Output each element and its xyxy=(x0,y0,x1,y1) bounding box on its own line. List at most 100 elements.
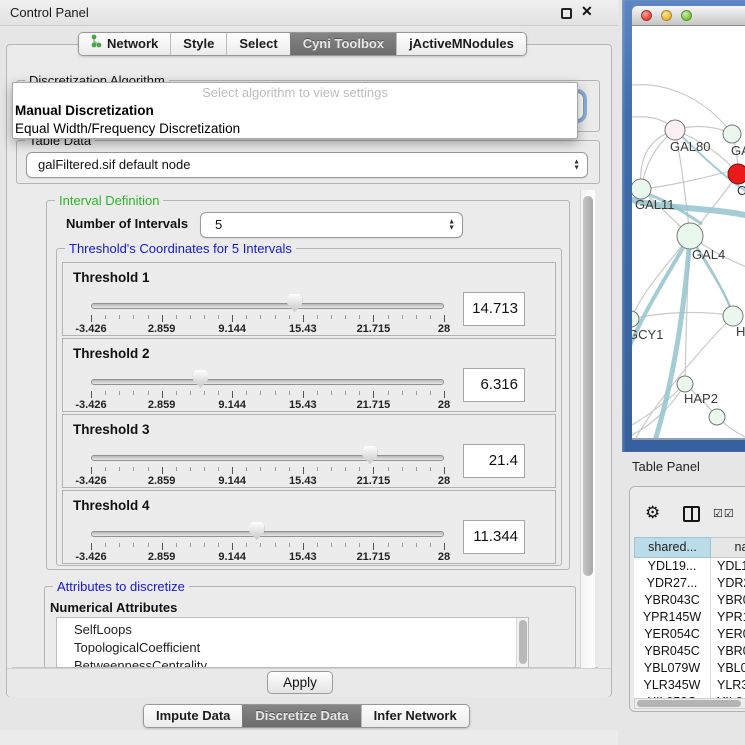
threshold-panel: Threshold 3-3.4262.8599.14415.4321.71528… xyxy=(62,414,556,488)
tab-impute-data[interactable]: Impute Data xyxy=(144,705,242,727)
cell-shared-name[interactable]: YBL079W xyxy=(634,660,711,677)
table-row[interactable]: YDR27...YDR2 xyxy=(634,575,745,592)
close-traffic-light-icon[interactable] xyxy=(641,10,652,21)
threshold-slider-thumb[interactable] xyxy=(249,522,264,540)
cell-shared-name[interactable]: YBR045C xyxy=(634,643,711,660)
cell-name[interactable]: YBR0 xyxy=(711,592,745,609)
attributes-list-scrollbar[interactable] xyxy=(516,618,528,667)
slider-tick-label: 2.859 xyxy=(132,475,192,487)
threshold-value-field[interactable]: 11.344 xyxy=(463,520,525,554)
threshold-slider-track[interactable] xyxy=(91,455,444,461)
cell-name[interactable]: YER0 xyxy=(711,626,745,643)
cell-shared-name[interactable]: YDL19... xyxy=(634,558,711,575)
slider-tick-label: 9.144 xyxy=(202,551,262,563)
cell-shared-name[interactable]: YBR043C xyxy=(634,592,711,609)
slider-tick xyxy=(176,315,177,319)
threshold-slider-thumb[interactable] xyxy=(362,446,377,464)
network-canvas[interactable]: GAL80GACGAL11GAL4GCY1HHAP2 xyxy=(632,26,745,440)
network-node-c[interactable] xyxy=(728,164,745,184)
network-node-gal11[interactable] xyxy=(632,179,651,199)
table-row[interactable]: YPR145WYPR1 xyxy=(634,609,745,626)
attribute-list-item[interactable]: BetweennessCentrality xyxy=(57,657,528,668)
threshold-slider-track[interactable] xyxy=(91,531,444,537)
threshold-slider-track[interactable] xyxy=(91,303,444,309)
table-row[interactable]: YBR043CYBR0 xyxy=(634,592,745,609)
network-node[interactable] xyxy=(709,409,725,425)
cell-shared-name[interactable]: YDR27... xyxy=(634,575,711,592)
table-header-shared[interactable]: shared... xyxy=(634,537,711,558)
algorithm-option-manual-discretization[interactable]: Manual Discretization xyxy=(13,102,577,120)
cell-name[interactable]: YDR2 xyxy=(711,575,745,592)
threshold-slider-thumb[interactable] xyxy=(193,370,208,388)
tab-infer-network[interactable]: Infer Network xyxy=(361,705,469,727)
network-node-label: GCY1 xyxy=(632,327,663,342)
tab-discretize-data[interactable]: Discretize Data xyxy=(242,705,360,727)
checkbox-icons[interactable]: ☑☑ xyxy=(713,507,735,520)
threshold-slider-thumb[interactable] xyxy=(287,294,302,312)
cell-shared-name[interactable]: YER054C xyxy=(634,626,711,643)
cell-shared-name[interactable]: YLR345W xyxy=(634,677,711,694)
slider-tick xyxy=(246,543,247,547)
slider-tick xyxy=(190,467,191,471)
scrollbar-thumb[interactable] xyxy=(519,620,527,664)
threshold-slider-track[interactable] xyxy=(91,379,444,385)
attribute-list-item[interactable]: SelfLoops xyxy=(57,621,528,639)
tab-network[interactable]: Network xyxy=(79,33,170,55)
cell-shared-name[interactable]: YPR145W xyxy=(634,609,711,626)
cell-name[interactable]: YBR0 xyxy=(711,643,745,660)
tab-label: jActiveMNodules xyxy=(409,33,514,55)
settings-vertical-scrollbar[interactable] xyxy=(580,190,595,668)
slider-tick xyxy=(148,467,149,471)
table-header-name[interactable]: na xyxy=(711,537,745,558)
table-row[interactable]: YDL19...YDL1 xyxy=(634,558,745,575)
number-of-intervals-select[interactable]: 5 ▲▼ xyxy=(200,212,463,238)
scrollbar-thumb[interactable] xyxy=(637,700,741,707)
slider-tick xyxy=(275,543,276,547)
slider-tick xyxy=(289,543,290,547)
network-node-ga[interactable] xyxy=(723,125,741,143)
slider-tick-label: -3.426 xyxy=(61,399,121,411)
minimize-traffic-light-icon[interactable] xyxy=(661,10,672,21)
tab-select[interactable]: Select xyxy=(226,33,289,55)
close-icon[interactable]: ✕ xyxy=(581,3,593,20)
network-node-gal4[interactable] xyxy=(677,223,703,249)
threshold-value-field[interactable]: 14.713 xyxy=(463,292,525,326)
cell-name[interactable]: YLR3 xyxy=(711,677,745,694)
table-row[interactable]: YBL079WYBL0 xyxy=(634,660,745,677)
algorithm-option-equal-width-frequency-discretization[interactable]: Equal Width/Frequency Discretization xyxy=(13,120,577,138)
tab-style[interactable]: Style xyxy=(170,33,226,55)
table-row[interactable]: YBR045CYBR0 xyxy=(634,643,745,660)
table-row[interactable]: YLR345WYLR3 xyxy=(634,677,745,694)
cell-name[interactable]: YPR1 xyxy=(711,609,745,626)
threshold-value-field[interactable]: 21.4 xyxy=(463,444,525,478)
network-node-h[interactable] xyxy=(723,306,743,326)
network-window-titlebar[interactable] xyxy=(632,6,745,26)
cell-name[interactable]: YBL0 xyxy=(711,660,745,677)
slider-tick xyxy=(162,315,163,322)
slider-tick xyxy=(260,543,261,547)
numerical-attributes-list[interactable]: SelfLoopsTopologicalCoefficientBetweenne… xyxy=(56,617,529,668)
float-window-icon[interactable] xyxy=(561,8,572,19)
table-data-select[interactable]: galFiltered.sif default node ▲▼ xyxy=(26,152,588,178)
attribute-list-item[interactable]: TopologicalCoefficient xyxy=(57,639,528,657)
table-header: shared... na xyxy=(634,537,745,558)
tab-jactivemnodules[interactable]: jActiveMNodules xyxy=(396,33,526,55)
slider-tick xyxy=(388,543,389,547)
table-row[interactable]: YER054CYER0 xyxy=(634,626,745,643)
apply-button[interactable]: Apply xyxy=(267,671,333,694)
threshold-value-field[interactable]: 6.316 xyxy=(463,368,525,402)
scrollbar-thumb[interactable] xyxy=(583,196,593,576)
cell-name[interactable]: YDL1 xyxy=(711,558,745,575)
table-horizontal-scrollbar[interactable] xyxy=(634,698,745,709)
tab-cyni-toolbox[interactable]: Cyni Toolbox xyxy=(290,33,396,55)
gear-icon[interactable]: ⚙ xyxy=(645,504,660,521)
slider-tick xyxy=(190,315,191,319)
slider-tick xyxy=(345,467,346,471)
network-node-hap2[interactable] xyxy=(677,376,693,392)
zoom-traffic-light-icon[interactable] xyxy=(681,10,692,21)
network-node-gal80[interactable] xyxy=(665,120,685,140)
table-panel-title: Table Panel xyxy=(632,459,700,474)
slider-tick xyxy=(331,391,332,395)
columns-icon[interactable] xyxy=(683,506,700,522)
slider-tick xyxy=(204,391,205,395)
